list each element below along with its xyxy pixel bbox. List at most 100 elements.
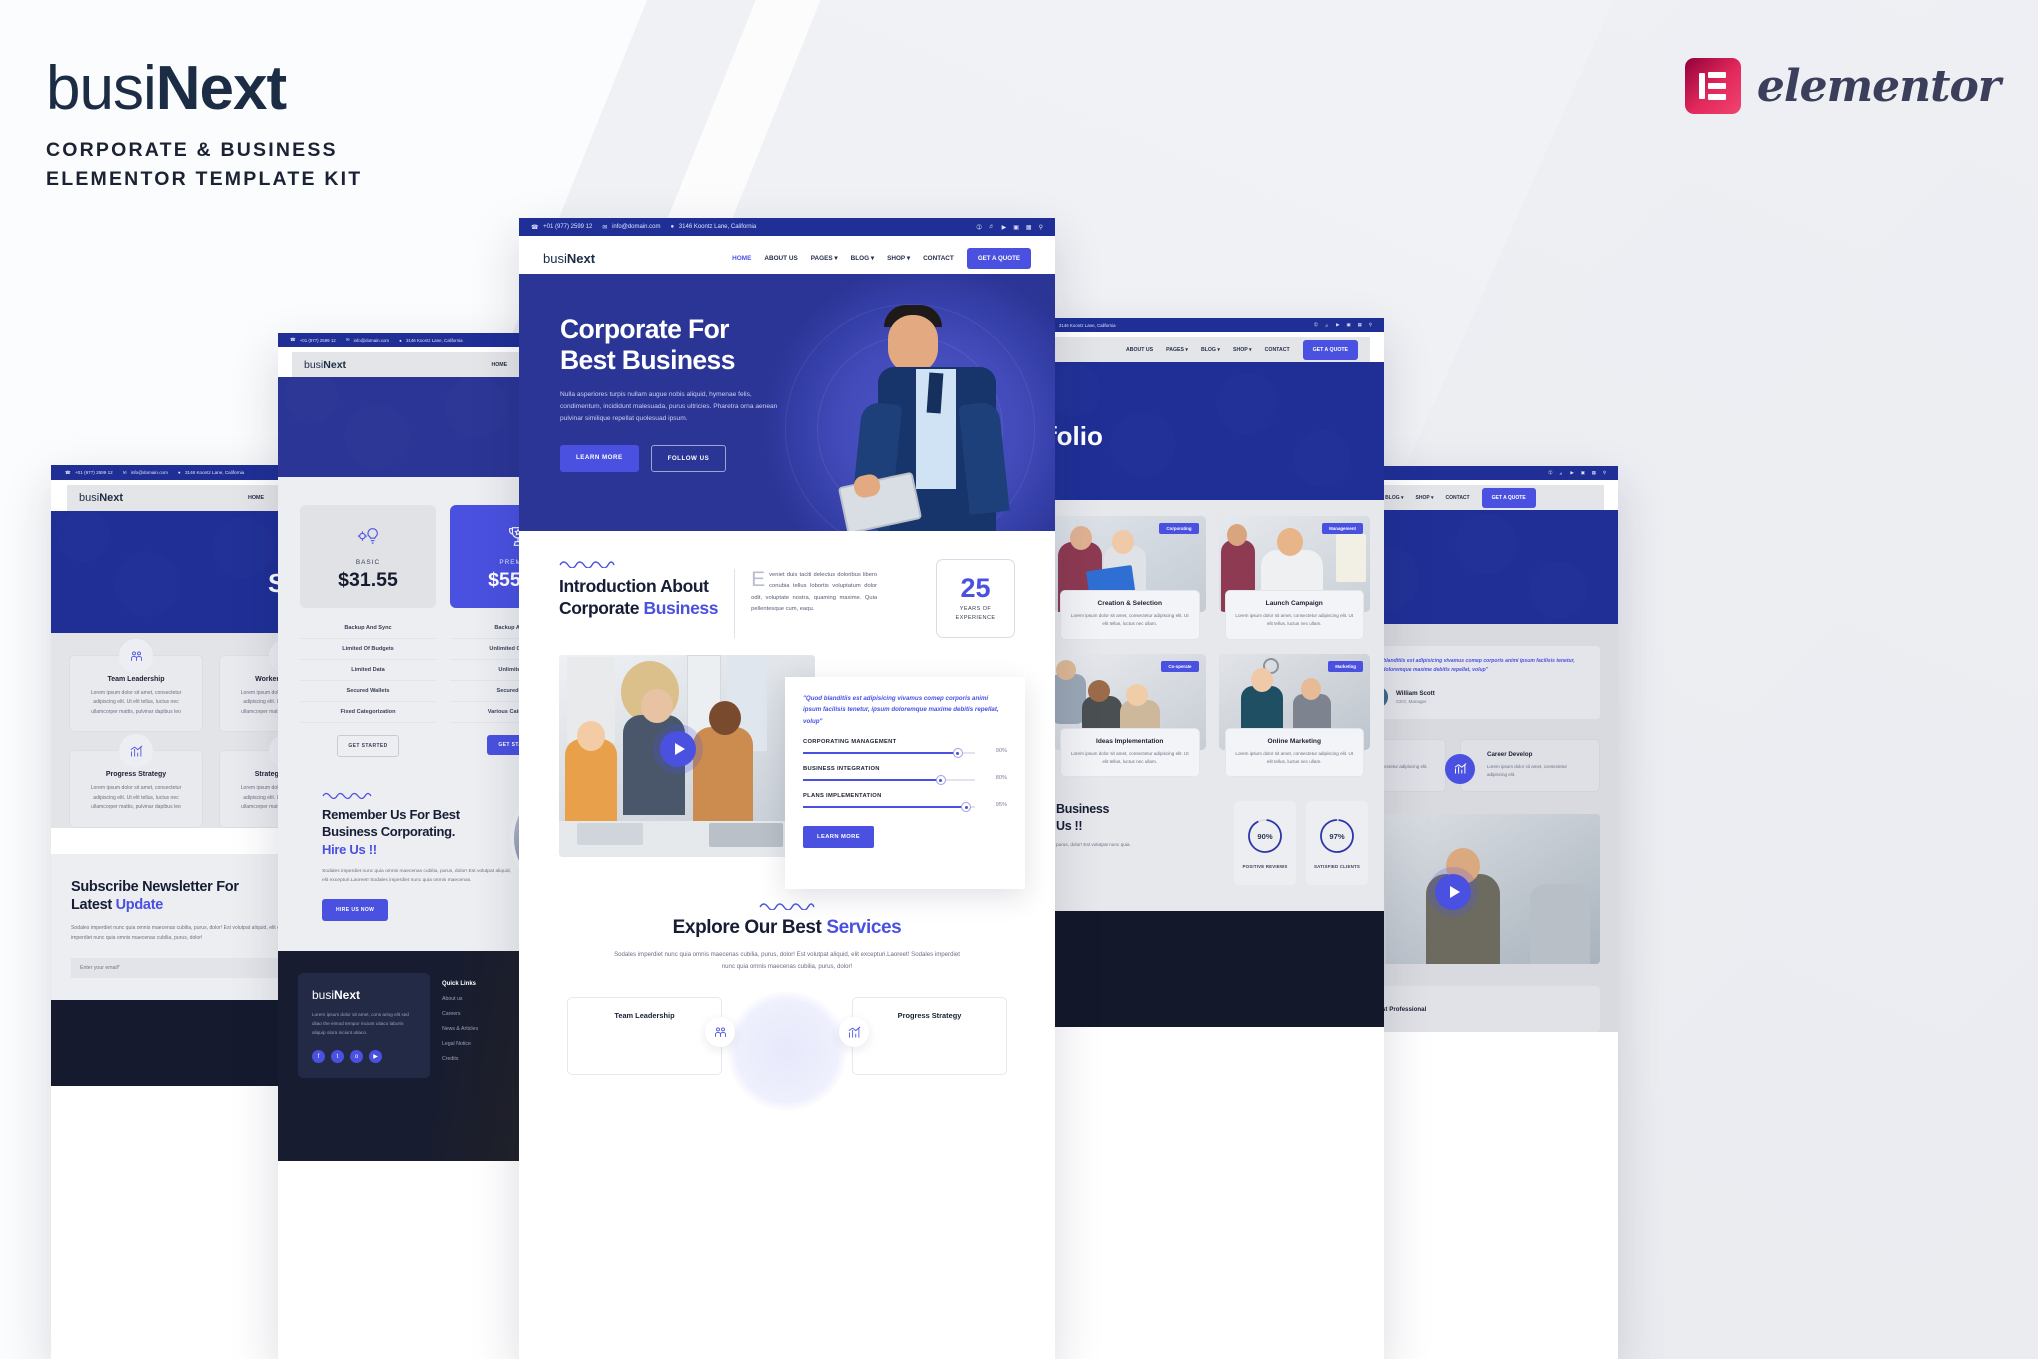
nav-item-shop[interactable]: SHOP ▾ bbox=[1233, 347, 1252, 353]
topbar: ☎ +01 (977) 2599 12 ✉ info@domain.com ● … bbox=[519, 218, 1055, 236]
newsletter-email-input[interactable] bbox=[71, 958, 285, 979]
plan-feature: Backup And Sync bbox=[300, 618, 436, 639]
learn-more-button[interactable]: LEARN MORE bbox=[560, 444, 639, 472]
pricing-plan-basic[interactable]: BASIC $31.55 Backup And Sync Limited Of … bbox=[300, 505, 436, 757]
skill-track[interactable]: 90% bbox=[803, 748, 1007, 759]
portfolio-item[interactable]: Management Launch Campaign Lorem ipsum d… bbox=[1218, 516, 1370, 640]
learn-more-button[interactable]: LEARN MORE bbox=[803, 826, 874, 849]
nav-item-pages[interactable]: PAGES ▾ bbox=[1166, 347, 1188, 353]
facebook-icon[interactable]: f bbox=[312, 1050, 325, 1064]
facebook-icon[interactable]: ➀ bbox=[1549, 470, 1553, 476]
follow-us-button[interactable]: FOLLOW US bbox=[650, 444, 727, 472]
nav-item-blog[interactable]: BLOG ▾ bbox=[851, 254, 874, 262]
search-icon[interactable]: ⚲ bbox=[1603, 470, 1606, 476]
facebook-icon[interactable]: ➀ bbox=[1314, 322, 1318, 328]
skill-knob[interactable] bbox=[961, 802, 972, 813]
services-section: Explore Our Best Services Sodales imperd… bbox=[519, 901, 1055, 1112]
youtube-icon[interactable]: ▶ bbox=[369, 1050, 382, 1064]
footer-link[interactable]: News & Articles bbox=[442, 1026, 478, 1032]
brand-subtitle-line1: CORPORATE & BUSINESS bbox=[46, 139, 338, 161]
plan-feature: Limited Data bbox=[300, 660, 436, 681]
nav-item-contact[interactable]: CONTACT bbox=[1446, 495, 1470, 501]
twitter-icon[interactable]: t bbox=[331, 1050, 344, 1064]
youtube-icon[interactable]: ▶ bbox=[1570, 470, 1573, 476]
get-a-quote-button[interactable]: GET A QUOTE bbox=[1302, 339, 1358, 360]
service-card[interactable]: Team Leadership bbox=[567, 997, 722, 1076]
footer-link[interactable]: Credits bbox=[442, 1056, 478, 1062]
footer-link[interactable]: Careers bbox=[442, 1011, 478, 1017]
mockup-home-page[interactable]: ☎ +01 (977) 2599 12 ✉ info@domain.com ● … bbox=[519, 218, 1055, 1359]
skill-knob[interactable] bbox=[952, 748, 963, 759]
testimonial-role: CEO, Manager bbox=[1396, 698, 1427, 704]
portfolio-item[interactable]: Co-operate Ideas Implementation Lorem ip… bbox=[1054, 653, 1206, 778]
service-card[interactable]: Progress Strategy Lorem ipsum dolor sit … bbox=[69, 734, 203, 828]
stats-paragraph: purus, dolor! Est volutpat nunc quia. bbox=[1056, 842, 1131, 848]
skill-track[interactable]: 80% bbox=[803, 775, 1007, 786]
portfolio-caption: Creation & Selection Lorem ipsum dolor s… bbox=[1060, 590, 1200, 640]
plan-feature: Secured Wallets bbox=[300, 681, 436, 702]
skill-knob[interactable] bbox=[935, 775, 946, 786]
skill-name: PLANS IMPLEMENTATION bbox=[803, 793, 882, 800]
nav-logo[interactable]: busiNext bbox=[79, 492, 123, 504]
services-paragraph: Sodales imperdiet nunc quia omnis maecen… bbox=[614, 951, 960, 971]
twitter-icon[interactable]: ♬ bbox=[1559, 471, 1563, 476]
twitter-icon[interactable]: ♬ bbox=[989, 224, 995, 230]
nav-item-about[interactable]: ABOUT US bbox=[764, 255, 797, 262]
feature-card[interactable]: Career Develop Lorem ipsum dolor sit ame… bbox=[1445, 738, 1600, 793]
twitter-icon[interactable]: ♬ bbox=[1325, 323, 1329, 328]
linkedin-icon[interactable]: ▦ bbox=[1026, 224, 1032, 231]
intro-heading-block: Introduction About Corporate Business bbox=[559, 559, 719, 620]
mockup-portfolio-page[interactable]: ● 3146 Koontz Lane, California ➀ ♬ ▶ ▣ ▦… bbox=[1040, 318, 1384, 1359]
nav-logo[interactable]: busiNext bbox=[304, 359, 346, 371]
youtube-icon[interactable]: ▶ bbox=[1002, 224, 1007, 231]
facebook-icon[interactable]: ➀ bbox=[977, 224, 982, 231]
instagram-icon[interactable]: o bbox=[350, 1050, 363, 1064]
nav-item-home[interactable]: HOME bbox=[248, 495, 264, 501]
portfolio-caption: Ideas Implementation Lorem ipsum dolor s… bbox=[1060, 727, 1200, 778]
play-button[interactable] bbox=[660, 731, 696, 767]
topbar: ● 3146 Koontz Lane, California ➀ ♬ ▶ ▣ ▦… bbox=[1040, 318, 1384, 332]
feature-desc: Lorem ipsum dolor sit amet, consectetur … bbox=[1487, 763, 1568, 778]
portfolio-body: Corporating Creation & Selection Lorem i… bbox=[1040, 500, 1384, 778]
skill-track[interactable]: 95% bbox=[803, 802, 1007, 813]
hire-us-button[interactable]: HIRE US NOW bbox=[322, 898, 389, 921]
footer-column-quick-links: Quick Links About us Careers News & Arti… bbox=[442, 981, 478, 1062]
nav-item-home[interactable]: HOME bbox=[732, 255, 751, 262]
nav-item-home[interactable]: HOME bbox=[492, 362, 508, 368]
hero-section: Corporate For Best Business Nulla asperi… bbox=[519, 274, 1055, 531]
intro-heading: Introduction About Corporate Business bbox=[559, 576, 719, 619]
linkedin-icon[interactable]: ▦ bbox=[1592, 470, 1596, 476]
instagram-icon[interactable]: ▣ bbox=[1013, 224, 1019, 231]
vertical-divider bbox=[734, 569, 736, 638]
service-card-desc: Lorem ipsum dolor sit amet, consectetur … bbox=[90, 690, 182, 715]
search-icon[interactable]: ⚲ bbox=[1369, 322, 1372, 328]
plan-get-started-button[interactable]: GET STARTED bbox=[337, 735, 399, 757]
service-card[interactable]: Team Leadership Lorem ipsum dolor sit am… bbox=[69, 639, 203, 733]
about-skills-card: "Quod blanditiis est adipisicing vivamus… bbox=[785, 677, 1025, 889]
about-photo bbox=[559, 655, 815, 857]
nav-logo[interactable]: busiNext bbox=[543, 251, 595, 266]
nav-item-about[interactable]: ABOUT US bbox=[1126, 347, 1153, 353]
feature-title: Career Develop bbox=[1487, 750, 1533, 758]
service-card[interactable]: Progress Strategy bbox=[852, 997, 1007, 1076]
portfolio-item[interactable]: Marketing Online Marketing Lorem ipsum d… bbox=[1218, 653, 1370, 778]
instagram-icon[interactable]: ▣ bbox=[1346, 322, 1350, 328]
nav-item-blog[interactable]: BLOG ▾ bbox=[1201, 347, 1220, 353]
get-a-quote-button[interactable]: GET A QUOTE bbox=[1481, 487, 1536, 508]
nav-item-blog[interactable]: BLOG ▾ bbox=[1385, 495, 1403, 501]
instagram-icon[interactable]: ▣ bbox=[1581, 470, 1585, 476]
nav-item-contact[interactable]: CONTACT bbox=[923, 255, 954, 262]
youtube-icon[interactable]: ▶ bbox=[1336, 322, 1339, 328]
portfolio-item[interactable]: Corporating Creation & Selection Lorem i… bbox=[1054, 516, 1206, 640]
footer-link[interactable]: About us bbox=[442, 996, 478, 1002]
donut-label: SATISFIED CLIENTS bbox=[1313, 864, 1360, 870]
footer-link[interactable]: Legal Notice bbox=[442, 1041, 478, 1047]
nav-item-shop[interactable]: SHOP ▾ bbox=[1416, 495, 1434, 501]
nav-item-pages[interactable]: PAGES ▾ bbox=[811, 254, 838, 262]
linkedin-icon[interactable]: ▦ bbox=[1358, 322, 1362, 328]
search-icon[interactable]: ⚲ bbox=[1039, 224, 1043, 231]
get-a-quote-button[interactable]: GET A QUOTE bbox=[966, 247, 1031, 269]
footer-logo[interactable]: busiNext bbox=[312, 988, 416, 1002]
nav-item-contact[interactable]: CONTACT bbox=[1265, 347, 1290, 353]
nav-item-shop[interactable]: SHOP ▾ bbox=[887, 254, 910, 262]
